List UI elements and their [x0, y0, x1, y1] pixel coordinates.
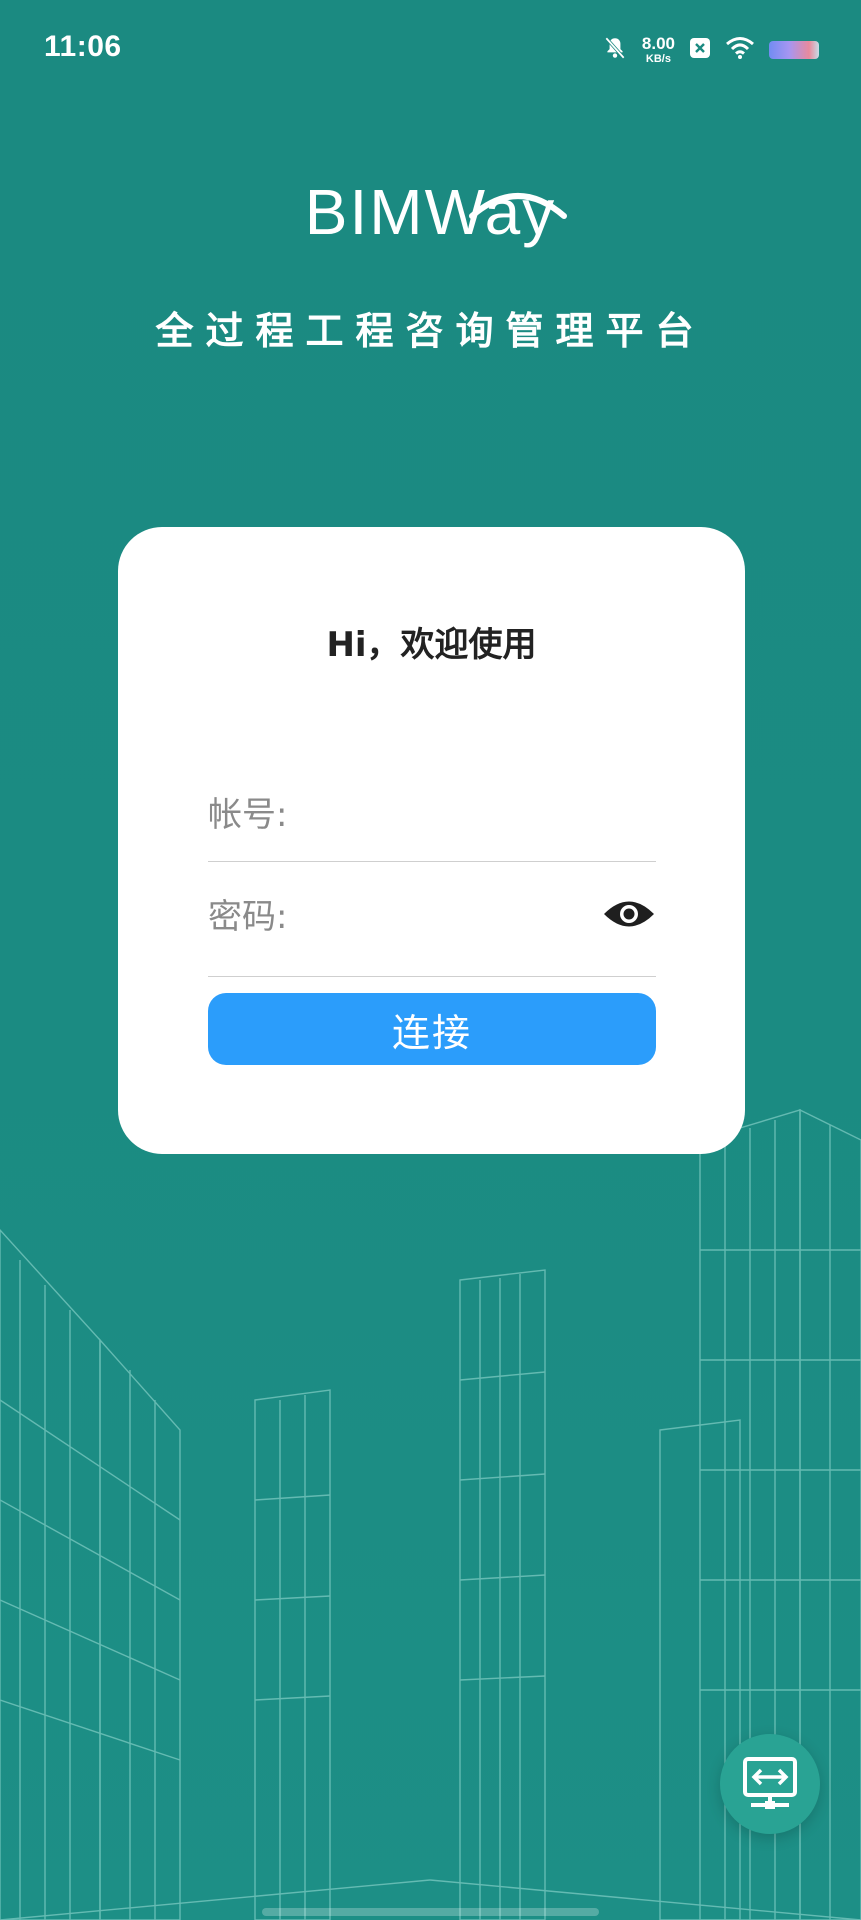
app-subtitle: 全过程工程咨询管理平台	[155, 309, 706, 353]
password-input[interactable]	[304, 885, 588, 937]
home-indicator[interactable]	[262, 1908, 599, 1916]
network-switch-icon	[743, 1757, 797, 1809]
wifi-icon	[725, 36, 755, 64]
password-label: 密码:	[208, 897, 288, 937]
battery-icon	[769, 41, 819, 59]
greeting-title: Hi，欢迎使用	[326, 625, 537, 665]
status-bar: 11:06 8.00 KB/s	[0, 0, 861, 100]
network-switch-button[interactable]	[720, 1734, 820, 1834]
logo-arc-icon	[469, 193, 567, 219]
connect-button[interactable]: 连接	[208, 993, 656, 1065]
password-field: 密码:	[208, 879, 656, 977]
account-label: 帐号:	[208, 795, 288, 835]
account-input[interactable]	[304, 783, 588, 835]
show-password-eye-icon[interactable]	[602, 897, 656, 931]
status-time: 11:06	[44, 30, 122, 63]
net-speed-value: 8.00	[641, 34, 675, 53]
status-icons: 8.00 KB/s	[602, 30, 819, 70]
mute-bell-icon	[602, 35, 628, 65]
net-speed: 8.00 KB/s	[642, 35, 675, 65]
login-card: Hi，欢迎使用 帐号: 密码: 连接	[118, 527, 745, 1154]
net-speed-unit: KB/s	[645, 53, 671, 65]
account-field: 帐号:	[208, 777, 656, 862]
logo: BIMWay	[0, 180, 861, 244]
close-box-icon	[689, 37, 711, 63]
